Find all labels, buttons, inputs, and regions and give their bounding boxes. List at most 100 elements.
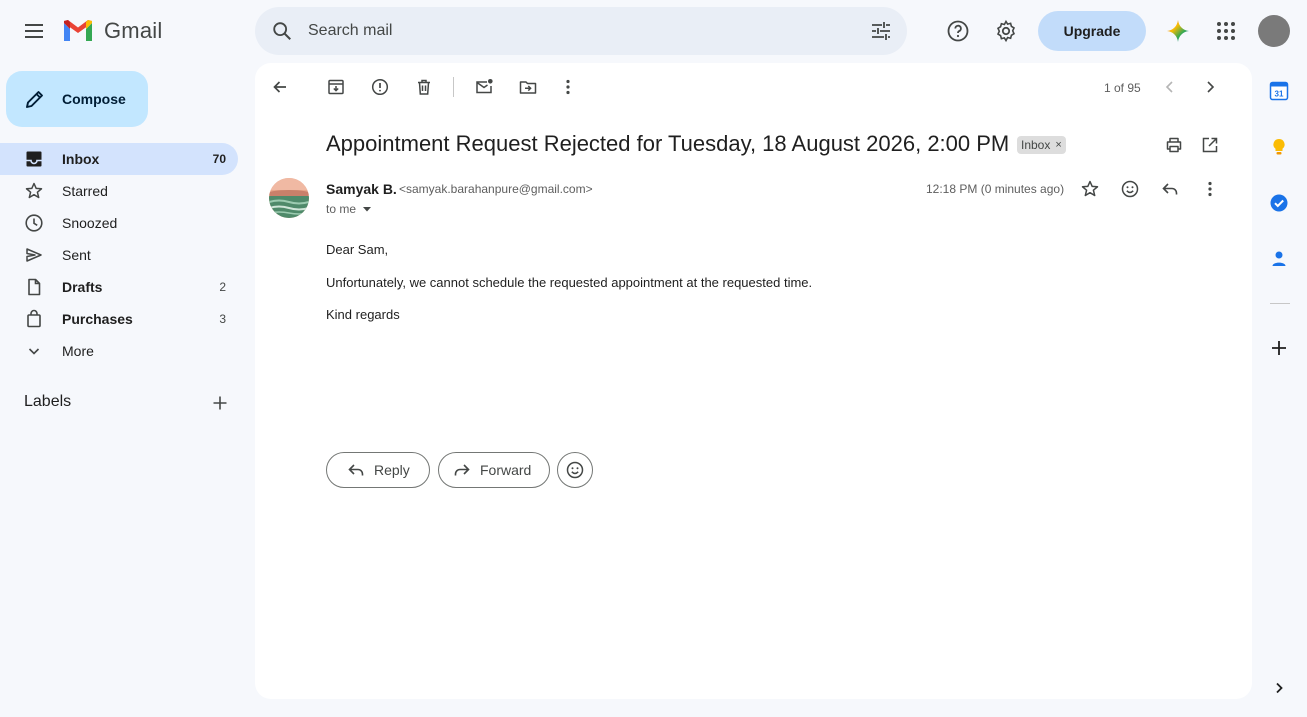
move-to-button[interactable] — [512, 71, 544, 103]
search-button[interactable] — [258, 7, 306, 55]
shopping-bag-icon — [27, 309, 41, 328]
calendar-app-button[interactable]: 31 — [1265, 77, 1293, 105]
rail-divider — [1270, 303, 1290, 304]
plus-icon — [1272, 341, 1286, 355]
help-icon — [947, 20, 969, 42]
gmail-logo[interactable]: Gmail — [62, 16, 162, 46]
mark-unread-button[interactable] — [468, 71, 500, 103]
pagination-status: 1 of 95 — [1104, 81, 1141, 95]
sidebar-item-label: Sent — [62, 247, 91, 263]
older-message-button[interactable] — [1194, 71, 1226, 103]
add-reaction-button[interactable] — [1114, 173, 1146, 205]
search-input[interactable] — [308, 22, 848, 40]
tasks-app-button[interactable] — [1265, 189, 1293, 217]
emoji-icon — [1121, 180, 1139, 198]
star-icon — [1081, 180, 1099, 197]
sidebar-item-purchases[interactable]: Purchases 3 — [0, 303, 238, 335]
contacts-app-button[interactable] — [1265, 245, 1293, 273]
forward-icon — [454, 464, 470, 476]
forward-label: Forward — [480, 462, 532, 478]
get-addons-button[interactable] — [1265, 334, 1293, 362]
top-bar: Gmail Upgrade — [0, 0, 1307, 62]
message-view: 1 of 95 Appointment Request Rejected for… — [255, 63, 1252, 699]
labels-heading: Labels — [24, 393, 72, 410]
keep-lightbulb-icon — [1273, 138, 1285, 155]
support-button[interactable] — [938, 11, 978, 51]
print-all-button[interactable] — [1158, 129, 1190, 161]
trash-icon — [418, 79, 430, 95]
app-name: Gmail — [104, 18, 163, 43]
main-menu-button[interactable] — [14, 11, 54, 51]
sidebar-item-label: Purchases — [62, 311, 133, 327]
hamburger-menu-icon — [25, 24, 43, 38]
open-in-new-window-button[interactable] — [1194, 129, 1226, 161]
keep-app-button[interactable] — [1265, 133, 1293, 161]
purchases-count: 3 — [219, 312, 226, 326]
sidebar-nav: Inbox 70 Starred Snoozed Sent Drafts 2 P… — [0, 143, 238, 367]
archive-button[interactable] — [320, 71, 352, 103]
more-vert-icon — [566, 79, 570, 95]
upgrade-button[interactable]: Upgrade — [1038, 11, 1146, 51]
forward-button[interactable]: Forward — [438, 452, 550, 488]
sidebar-item-snoozed[interactable]: Snoozed — [0, 207, 238, 239]
move-folder-icon — [519, 81, 537, 94]
arrow-back-icon — [273, 81, 286, 93]
sidebar-item-label: Drafts — [62, 279, 103, 295]
delete-button[interactable] — [408, 71, 440, 103]
sidebar-item-label: More — [62, 343, 94, 359]
calendar-icon: 31 — [1269, 81, 1289, 101]
star-icon — [25, 182, 43, 199]
inbox-icon — [26, 151, 42, 167]
sidebar-item-label: Snoozed — [62, 215, 118, 231]
inbox-label-chip[interactable]: Inbox × — [1017, 136, 1066, 154]
caret-down-icon — [363, 207, 372, 212]
newer-message-button[interactable] — [1154, 71, 1186, 103]
chevron-left-icon — [1165, 81, 1173, 93]
sidebar-item-sent[interactable]: Sent — [0, 239, 238, 271]
sidebar-item-inbox[interactable]: Inbox 70 — [0, 143, 238, 175]
sidebar-item-more[interactable]: More — [0, 335, 238, 367]
pencil-icon — [26, 91, 43, 108]
email-subject: Appointment Request Rejected for Tuesday… — [326, 131, 1010, 156]
reply-icon — [348, 464, 364, 476]
calendar-day-number: 31 — [1275, 90, 1284, 99]
more-actions-button[interactable] — [552, 71, 584, 103]
open-in-new-icon — [1202, 137, 1218, 153]
message-more-button[interactable] — [1194, 173, 1226, 205]
google-apps-button[interactable] — [1206, 11, 1246, 51]
chevron-right-icon — [1207, 81, 1215, 93]
search-options-button[interactable] — [869, 19, 893, 43]
reply-label: Reply — [374, 462, 410, 478]
settings-button[interactable] — [986, 11, 1026, 51]
sender-avatar-image — [269, 178, 309, 218]
report-spam-button[interactable] — [364, 71, 396, 103]
compose-button[interactable]: Compose — [6, 71, 148, 127]
toolbar-divider — [453, 77, 454, 97]
remove-label-icon[interactable]: × — [1055, 139, 1061, 151]
reply-icon-button[interactable] — [1154, 173, 1186, 205]
back-to-inbox-button[interactable] — [264, 71, 296, 103]
emoji-reaction-button[interactable] — [557, 452, 593, 488]
draft-count: 2 — [219, 280, 226, 294]
reply-button[interactable]: Reply — [326, 452, 430, 488]
create-label-plus-icon[interactable] — [210, 393, 230, 413]
email-timestamp: 12:18 PM (0 minutes ago) — [926, 182, 1065, 196]
recipient-line: to me — [326, 202, 357, 216]
sender-name[interactable]: Samyak B. — [326, 181, 397, 197]
star-button[interactable] — [1074, 173, 1106, 205]
label-chip-text: Inbox — [1021, 138, 1051, 152]
search-bar[interactable] — [255, 7, 907, 55]
apps-grid-icon — [1217, 22, 1235, 40]
draft-file-icon — [28, 278, 41, 296]
gemini-button[interactable] — [1158, 11, 1198, 51]
sender-avatar[interactable] — [269, 178, 309, 218]
show-side-panel-button[interactable] — [1265, 674, 1293, 702]
sidebar-item-starred[interactable]: Starred — [0, 175, 238, 207]
email-body-greeting: Dear Sam, — [326, 242, 389, 257]
contacts-person-icon — [1272, 251, 1286, 266]
account-avatar[interactable] — [1258, 15, 1290, 47]
recipient-details-toggle[interactable]: to me — [326, 202, 374, 216]
email-body-signoff: Kind regards — [326, 307, 400, 322]
gear-icon — [996, 19, 1016, 43]
sidebar-item-drafts[interactable]: Drafts 2 — [0, 271, 238, 303]
